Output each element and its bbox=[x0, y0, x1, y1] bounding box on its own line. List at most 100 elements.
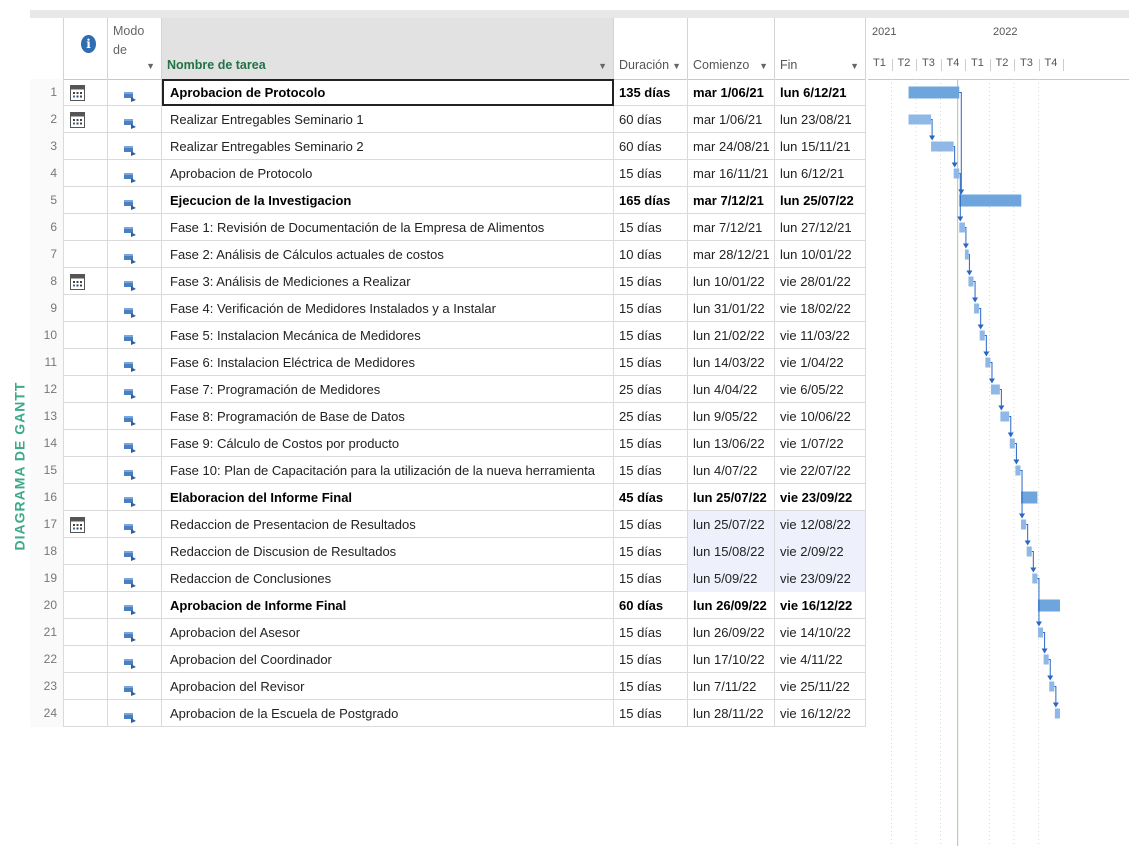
duration-cell[interactable]: 15 días bbox=[614, 295, 688, 322]
table-row[interactable]: 9 Fase 4: Verificación de Medidores Insta… bbox=[30, 295, 866, 322]
task-name-cell[interactable]: Redaccion de Presentacion de Resultados bbox=[162, 511, 614, 538]
row-number[interactable]: 13 bbox=[30, 403, 64, 430]
duration-cell[interactable]: 10 días bbox=[614, 241, 688, 268]
row-number[interactable]: 8 bbox=[30, 268, 64, 295]
finish-cell[interactable]: vie 10/06/22 bbox=[775, 403, 866, 430]
row-number[interactable]: 1 bbox=[30, 79, 64, 106]
row-number[interactable]: 10 bbox=[30, 322, 64, 349]
task-name-cell[interactable]: Fase 9: Cálculo de Costos por producto bbox=[162, 430, 614, 457]
duration-cell[interactable]: 60 días bbox=[614, 592, 688, 619]
task-name-cell[interactable]: Realizar Entregables Seminario 1 bbox=[162, 106, 614, 133]
duration-cell[interactable]: 15 días bbox=[614, 457, 688, 484]
duration-header[interactable]: Duración ▼ bbox=[614, 18, 688, 79]
row-number-header[interactable] bbox=[30, 18, 64, 79]
finish-cell[interactable]: vie 22/07/22 bbox=[775, 457, 866, 484]
task-name-cell[interactable]: Aprobacion del Coordinador bbox=[162, 646, 614, 673]
table-row[interactable]: 13 Fase 8: Programación de Base de Datos 2… bbox=[30, 403, 866, 430]
start-cell[interactable]: lun 31/01/22 bbox=[688, 295, 775, 322]
finish-cell[interactable]: vie 4/11/22 bbox=[775, 646, 866, 673]
row-number[interactable]: 21 bbox=[30, 619, 64, 646]
task-name-cell[interactable]: Fase 10: Plan de Capacitación para la ut… bbox=[162, 457, 614, 484]
row-number[interactable]: 18 bbox=[30, 538, 64, 565]
start-cell[interactable]: lun 15/08/22 bbox=[688, 538, 775, 565]
start-cell[interactable]: mar 7/12/21 bbox=[688, 214, 775, 241]
row-number[interactable]: 17 bbox=[30, 511, 64, 538]
row-number[interactable]: 4 bbox=[30, 160, 64, 187]
task-name-cell[interactable]: Redaccion de Discusion de Resultados bbox=[162, 538, 614, 565]
table-row[interactable]: 15 Fase 10: Plan de Capacitación para la … bbox=[30, 457, 866, 484]
task-mode-cell[interactable] bbox=[108, 646, 162, 673]
row-number[interactable]: 7 bbox=[30, 241, 64, 268]
start-cell[interactable]: mar 7/12/21 bbox=[688, 187, 775, 214]
finish-cell[interactable]: vie 12/08/22 bbox=[775, 511, 866, 538]
finish-cell[interactable]: vie 6/05/22 bbox=[775, 376, 866, 403]
task-mode-cell[interactable] bbox=[108, 295, 162, 322]
start-cell[interactable]: lun 5/09/22 bbox=[688, 565, 775, 592]
task-mode-cell[interactable] bbox=[108, 430, 162, 457]
task-mode-cell[interactable] bbox=[108, 673, 162, 700]
task-name-cell[interactable]: Realizar Entregables Seminario 2 bbox=[162, 133, 614, 160]
task-mode-cell[interactable] bbox=[108, 79, 162, 106]
duration-cell[interactable]: 45 días bbox=[614, 484, 688, 511]
task-mode-cell[interactable] bbox=[108, 322, 162, 349]
row-number[interactable]: 20 bbox=[30, 592, 64, 619]
task-mode-cell[interactable] bbox=[108, 511, 162, 538]
task-name-cell[interactable]: Fase 2: Análisis de Cálculos actuales de… bbox=[162, 241, 614, 268]
duration-cell[interactable]: 15 días bbox=[614, 646, 688, 673]
table-row[interactable]: 18 Redaccion de Discusion de Resultados 15… bbox=[30, 538, 866, 565]
chevron-down-icon[interactable]: ▼ bbox=[146, 61, 155, 71]
table-row[interactable]: 21 Aprobacion del Asesor 15 días lun 26/09/… bbox=[30, 619, 866, 646]
task-name-cell[interactable]: Aprobacion de Protocolo bbox=[162, 79, 614, 106]
task-name-cell[interactable]: Fase 3: Análisis de Mediciones a Realiza… bbox=[162, 268, 614, 295]
task-name-cell[interactable]: Aprobacion de Informe Final bbox=[162, 592, 614, 619]
start-cell[interactable]: lun 25/07/22 bbox=[688, 484, 775, 511]
finish-cell[interactable]: vie 11/03/22 bbox=[775, 322, 866, 349]
task-name-cell[interactable]: Redaccion de Conclusiones bbox=[162, 565, 614, 592]
finish-header[interactable]: Fin ▼ bbox=[775, 18, 866, 79]
start-cell[interactable]: lun 21/02/22 bbox=[688, 322, 775, 349]
chevron-down-icon[interactable]: ▼ bbox=[759, 61, 768, 71]
row-number[interactable]: 11 bbox=[30, 349, 64, 376]
table-row[interactable]: 2 Realizar Entregables Seminario 1 60 días… bbox=[30, 106, 866, 133]
task-name-cell[interactable]: Fase 4: Verificación de Medidores Instal… bbox=[162, 295, 614, 322]
start-cell[interactable]: lun 28/11/22 bbox=[688, 700, 775, 727]
table-row[interactable]: 20 Aprobacion de Informe Final 60 días lun … bbox=[30, 592, 866, 619]
task-name-cell[interactable]: Aprobacion de la Escuela de Postgrado bbox=[162, 700, 614, 727]
table-row[interactable]: 3 Realizar Entregables Seminario 2 60 días… bbox=[30, 133, 866, 160]
task-name-cell[interactable]: Elaboracion del Informe Final bbox=[162, 484, 614, 511]
task-name-cell[interactable]: Aprobacion de Protocolo bbox=[162, 160, 614, 187]
start-cell[interactable]: lun 14/03/22 bbox=[688, 349, 775, 376]
indicators-header[interactable]: i bbox=[64, 18, 108, 79]
start-cell[interactable]: lun 4/04/22 bbox=[688, 376, 775, 403]
duration-cell[interactable]: 15 días bbox=[614, 619, 688, 646]
start-cell[interactable]: lun 4/07/22 bbox=[688, 457, 775, 484]
finish-cell[interactable]: lun 6/12/21 bbox=[775, 160, 866, 187]
task-mode-cell[interactable] bbox=[108, 214, 162, 241]
duration-cell[interactable]: 15 días bbox=[614, 268, 688, 295]
table-row[interactable]: 4 Aprobacion de Protocolo 15 días mar 16/11… bbox=[30, 160, 866, 187]
duration-cell[interactable]: 60 días bbox=[614, 133, 688, 160]
row-number[interactable]: 9 bbox=[30, 295, 64, 322]
task-name-cell[interactable]: Fase 1: Revisión de Documentación de la … bbox=[162, 214, 614, 241]
finish-cell[interactable]: lun 10/01/22 bbox=[775, 241, 866, 268]
finish-cell[interactable]: vie 23/09/22 bbox=[775, 565, 866, 592]
task-mode-cell[interactable] bbox=[108, 376, 162, 403]
row-number[interactable]: 16 bbox=[30, 484, 64, 511]
table-row[interactable]: 6 Fase 1: Revisión de Documentación de la… bbox=[30, 214, 866, 241]
row-number[interactable]: 22 bbox=[30, 646, 64, 673]
task-mode-cell[interactable] bbox=[108, 106, 162, 133]
finish-cell[interactable]: lun 15/11/21 bbox=[775, 133, 866, 160]
task-name-cell[interactable]: Fase 8: Programación de Base de Datos bbox=[162, 403, 614, 430]
task-name-cell[interactable]: Fase 5: Instalacion Mecánica de Medidore… bbox=[162, 322, 614, 349]
finish-cell[interactable]: vie 18/02/22 bbox=[775, 295, 866, 322]
duration-cell[interactable]: 15 días bbox=[614, 673, 688, 700]
duration-cell[interactable]: 15 días bbox=[614, 565, 688, 592]
duration-cell[interactable]: 135 días bbox=[614, 79, 688, 106]
row-number[interactable]: 2 bbox=[30, 106, 64, 133]
task-mode-header[interactable]: Modo de ▼ bbox=[108, 18, 162, 79]
task-mode-cell[interactable] bbox=[108, 187, 162, 214]
chevron-down-icon[interactable]: ▼ bbox=[850, 61, 859, 71]
task-mode-cell[interactable] bbox=[108, 592, 162, 619]
chevron-down-icon[interactable]: ▼ bbox=[672, 61, 681, 71]
start-cell[interactable]: mar 1/06/21 bbox=[688, 79, 775, 106]
